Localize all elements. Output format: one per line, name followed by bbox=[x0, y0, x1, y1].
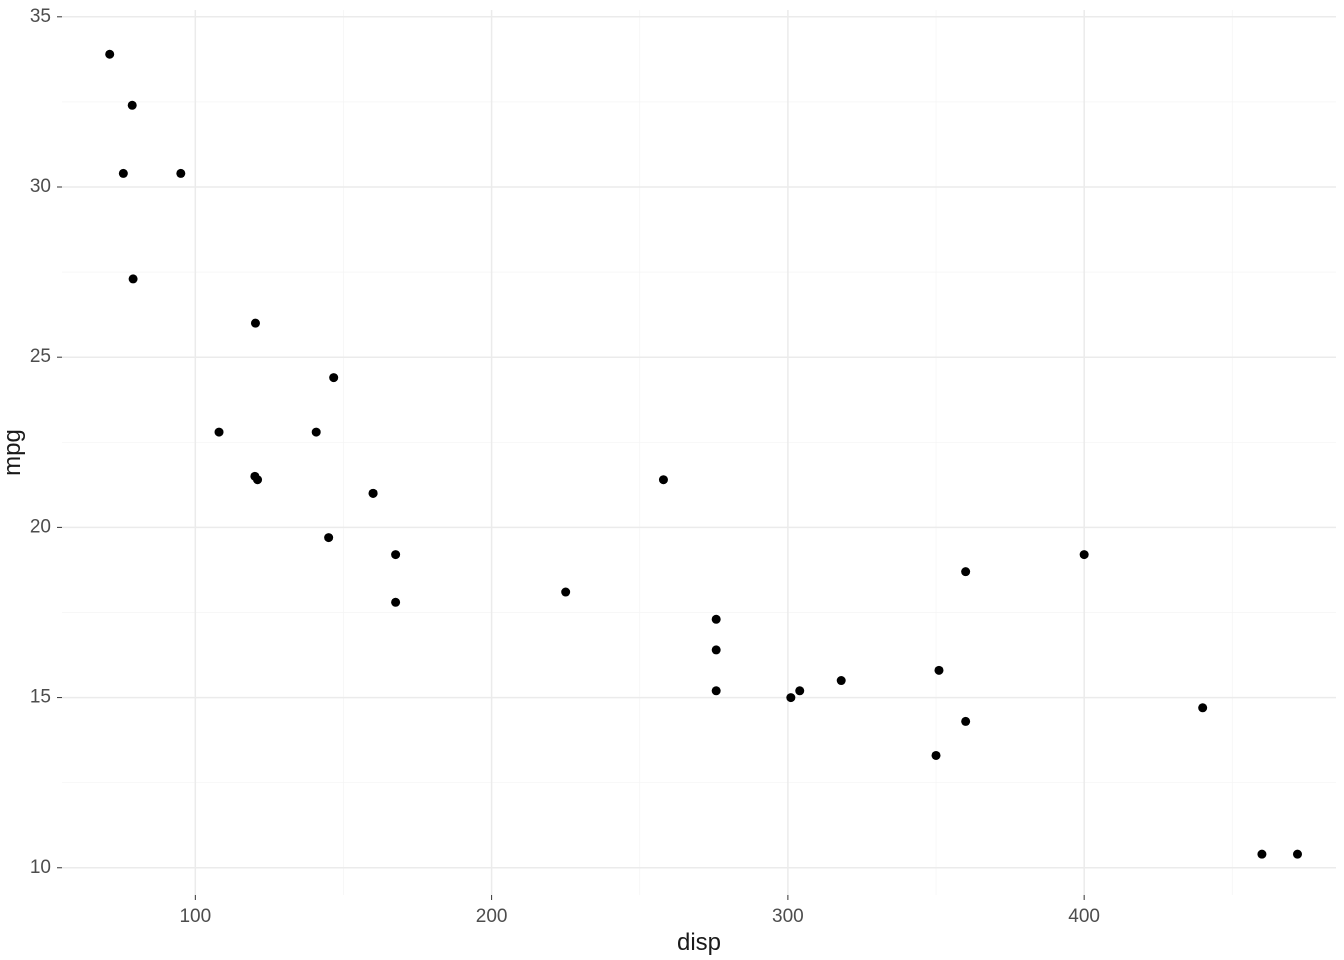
data-point bbox=[176, 169, 185, 178]
x-tick-label: 400 bbox=[1068, 906, 1100, 927]
data-point bbox=[961, 567, 970, 576]
data-point bbox=[253, 475, 262, 484]
data-point bbox=[1080, 550, 1089, 559]
data-point bbox=[837, 676, 846, 685]
chart-svg: 100 200 300 400 10 15 20 25 30 35 disp mpg bbox=[0, 0, 1344, 960]
x-tick-label: 300 bbox=[772, 906, 804, 927]
y-tick-label: 15 bbox=[30, 687, 51, 708]
y-tick-label: 35 bbox=[30, 6, 51, 27]
data-point bbox=[369, 489, 378, 498]
data-point bbox=[712, 645, 721, 654]
x-axis-title: disp bbox=[677, 929, 721, 956]
data-point bbox=[561, 588, 570, 597]
data-point bbox=[1198, 703, 1207, 712]
data-point bbox=[391, 598, 400, 607]
data-point bbox=[659, 475, 668, 484]
x-tick-label: 100 bbox=[179, 906, 211, 927]
y-tick-label: 20 bbox=[30, 516, 51, 537]
data-point bbox=[786, 693, 795, 702]
x-tick-label: 200 bbox=[476, 906, 508, 927]
plot-panel bbox=[62, 10, 1336, 895]
data-point bbox=[329, 373, 338, 382]
data-point bbox=[934, 666, 943, 675]
data-point bbox=[391, 550, 400, 559]
data-point bbox=[795, 686, 804, 695]
data-point bbox=[961, 717, 970, 726]
y-tick-label: 10 bbox=[30, 857, 51, 878]
y-axis-ticks: 10 15 20 25 30 35 bbox=[30, 6, 62, 878]
data-point bbox=[1293, 850, 1302, 859]
y-tick-label: 30 bbox=[30, 176, 51, 197]
data-point bbox=[1257, 850, 1266, 859]
data-point bbox=[129, 274, 138, 283]
data-point bbox=[932, 751, 941, 760]
data-point bbox=[312, 428, 321, 437]
y-axis-title: mpg bbox=[0, 429, 26, 476]
data-point bbox=[215, 428, 224, 437]
data-point bbox=[105, 50, 114, 59]
y-tick-label: 25 bbox=[30, 346, 51, 367]
data-point bbox=[712, 615, 721, 624]
scatter-chart: 100 200 300 400 10 15 20 25 30 35 disp mpg bbox=[0, 0, 1344, 960]
data-point bbox=[712, 686, 721, 695]
data-point bbox=[128, 101, 137, 110]
data-point bbox=[119, 169, 128, 178]
data-point bbox=[324, 533, 333, 542]
x-axis-ticks: 100 200 300 400 bbox=[179, 895, 1100, 927]
data-point bbox=[251, 319, 260, 328]
